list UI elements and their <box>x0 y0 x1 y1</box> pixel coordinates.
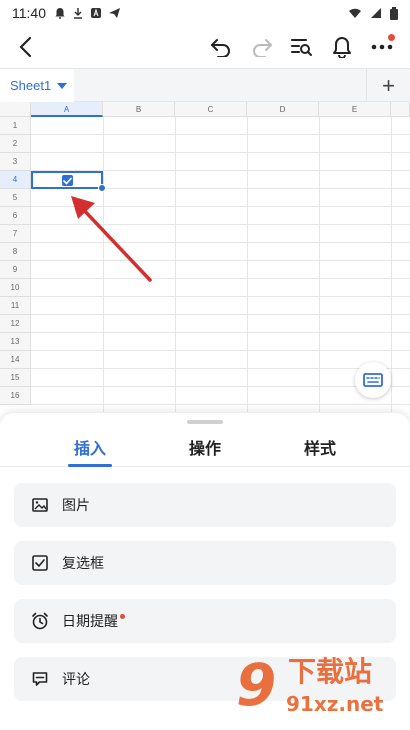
row-header[interactable]: 15 <box>0 369 31 387</box>
gridline <box>31 386 410 387</box>
site-watermark: 9 下载站 91xz.net <box>236 654 404 724</box>
top-toolbar <box>0 26 410 68</box>
row-header[interactable]: 2 <box>0 135 31 153</box>
column-header[interactable]: C <box>175 102 247 117</box>
signal-icon <box>371 8 381 18</box>
tab-style[interactable]: 样式 <box>304 435 336 459</box>
gridline <box>31 134 410 135</box>
column-header[interactable] <box>391 102 410 117</box>
row-header[interactable]: 7 <box>0 225 31 243</box>
row-header[interactable]: 4 <box>0 171 31 189</box>
find-button[interactable] <box>287 32 317 62</box>
row-header[interactable]: 11 <box>0 297 31 315</box>
sheet-tab[interactable]: Sheet1 <box>0 69 74 102</box>
undo-button[interactable] <box>206 32 236 62</box>
gridline <box>31 404 410 405</box>
item-label: 评论 <box>62 671 90 687</box>
gridline <box>31 350 410 351</box>
insert-image-item[interactable]: 图片 <box>14 483 396 527</box>
item-label: 复选框 <box>62 555 104 571</box>
item-label: 图片 <box>62 497 90 513</box>
row-header[interactable]: 1 <box>0 117 31 135</box>
status-bar: 11:40 <box>0 0 410 26</box>
notification-icon <box>55 8 65 19</box>
tab-operations[interactable]: 操作 <box>189 435 221 459</box>
column-header[interactable]: D <box>247 102 319 117</box>
insert-checkbox-item[interactable]: 复选框 <box>14 541 396 585</box>
keyboard-toggle-button[interactable] <box>355 362 391 398</box>
active-tab-indicator <box>68 464 112 467</box>
row-header[interactable]: 10 <box>0 279 31 297</box>
send-icon <box>109 8 120 18</box>
sheet-tabs-bar: Sheet1 + <box>0 68 410 102</box>
row-header[interactable]: 13 <box>0 333 31 351</box>
download-icon <box>74 8 82 19</box>
column-header[interactable]: E <box>319 102 391 117</box>
add-sheet-button[interactable]: + <box>366 69 410 102</box>
watermark-logo: 9 <box>236 651 277 719</box>
keyboard-icon <box>363 373 383 387</box>
gridline <box>31 296 410 297</box>
row-header[interactable]: 9 <box>0 261 31 279</box>
gridline <box>31 314 410 315</box>
gridline <box>31 368 410 369</box>
tab-insert[interactable]: 插入 <box>74 435 106 459</box>
comment-icon <box>30 669 50 689</box>
row-header[interactable]: 3 <box>0 153 31 171</box>
checkmark-icon <box>63 177 72 185</box>
checkbox-icon <box>30 553 50 573</box>
more-dots-icon <box>371 44 393 50</box>
column-header[interactable]: B <box>103 102 175 117</box>
column-header[interactable]: A <box>31 102 103 117</box>
row-header[interactable]: 5 <box>0 189 31 207</box>
new-badge <box>120 613 125 619</box>
wifi-icon <box>349 8 361 18</box>
selected-cell[interactable] <box>31 171 106 192</box>
redo-icon <box>253 39 273 57</box>
row-header[interactable]: 6 <box>0 207 31 225</box>
annotation-arrow-icon <box>71 196 152 282</box>
watermark-domain: 91xz.net <box>286 692 384 716</box>
undo-icon <box>210 39 230 57</box>
sheet-tab-label: Sheet1 <box>10 78 52 93</box>
row-header[interactable]: 14 <box>0 351 31 369</box>
status-time: 11:40 <box>12 5 46 21</box>
gridline <box>31 332 410 333</box>
row-header[interactable]: 12 <box>0 315 31 333</box>
row-header[interactable]: 8 <box>0 243 31 261</box>
item-label: 日期提醒 <box>62 613 118 629</box>
cell-checkbox[interactable] <box>62 175 73 186</box>
row-header[interactable]: 16 <box>0 387 31 405</box>
caret-down-icon <box>57 82 68 89</box>
font-app-icon <box>91 8 101 18</box>
redo-button[interactable] <box>247 32 277 62</box>
back-button[interactable] <box>10 32 40 62</box>
insert-date-reminder-item[interactable]: 日期提醒 <box>14 599 396 643</box>
panel-drag-handle[interactable] <box>187 420 223 424</box>
unread-badge <box>388 34 395 41</box>
watermark-title: 下载站 <box>288 655 373 688</box>
bell-icon <box>333 37 351 58</box>
more-menu-button[interactable] <box>367 32 397 62</box>
search-list-icon <box>291 39 312 56</box>
gridline <box>31 152 410 153</box>
corner-cell[interactable] <box>0 102 31 117</box>
back-arrow-icon <box>19 36 32 58</box>
image-icon <box>30 495 50 515</box>
panel-tabs: 插入 操作 样式 <box>0 427 410 467</box>
battery-icon <box>390 6 398 20</box>
alarm-clock-icon <box>30 611 50 631</box>
notifications-button[interactable] <box>327 32 357 62</box>
